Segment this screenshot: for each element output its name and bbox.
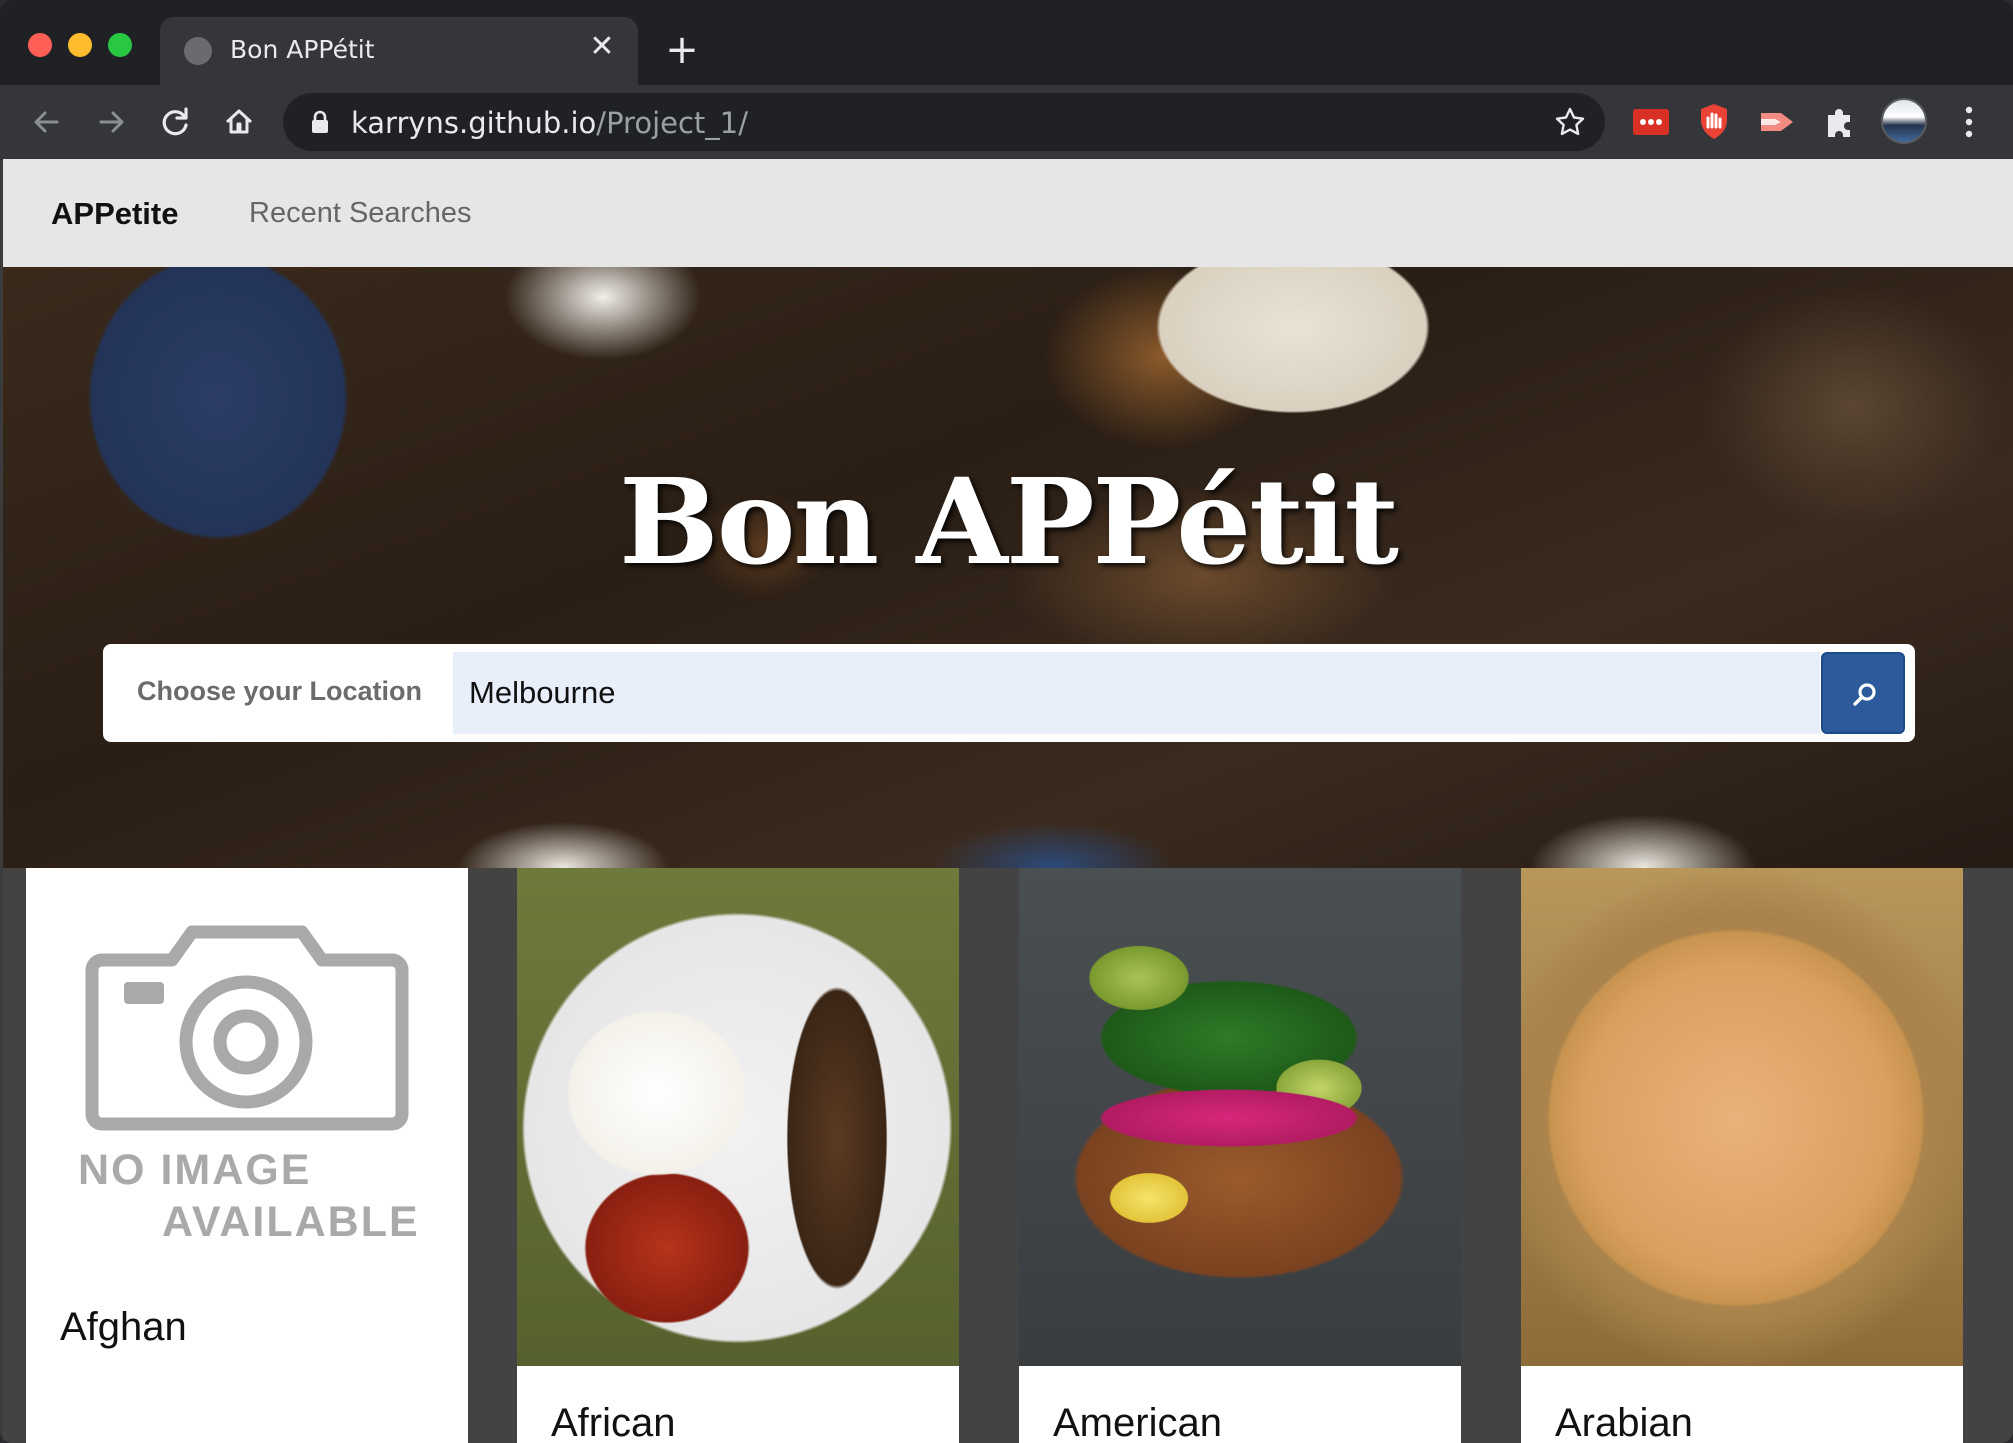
url-text: karryns.github.io/Project_1/ xyxy=(351,106,748,140)
cuisine-label: American xyxy=(1053,1401,1222,1443)
recent-searches-link[interactable]: Recent Searches xyxy=(249,197,471,230)
location-search-group: Choose your Location xyxy=(103,644,1915,742)
browser-toolbar: karryns.github.io/Project_1/ xyxy=(0,85,2013,160)
search-icon xyxy=(1853,683,1876,706)
cuisine-card-american[interactable]: American xyxy=(1019,868,1461,1443)
close-icon[interactable]: ✕ xyxy=(584,29,620,65)
cuisine-card-arabian[interactable]: Arabian xyxy=(1521,868,1963,1443)
location-label: Choose your Location xyxy=(137,676,423,706)
tab-title: Bon APPétit xyxy=(230,35,375,64)
hero-title: Bon APPétit xyxy=(618,452,1399,591)
lock-icon xyxy=(312,110,328,133)
address-bar[interactable]: karryns.github.io/Project_1/ xyxy=(283,93,1605,151)
cuisine-grid: NO IMAGE AVAILABLE Afghan African Americ… xyxy=(3,868,2013,1443)
camera-icon xyxy=(85,925,409,1131)
no-image-text-line2: AVAILABLE xyxy=(162,1198,420,1246)
close-window-button[interactable] xyxy=(28,33,52,57)
globe-icon xyxy=(184,37,212,65)
search-button[interactable] xyxy=(1821,652,1905,734)
cuisine-card-african[interactable]: African xyxy=(517,868,959,1443)
american-food-image xyxy=(1019,868,1461,1366)
url-path: /Project_1/ xyxy=(596,106,749,140)
site-navbar: APPetite Recent Searches xyxy=(3,159,2013,268)
no-image-placeholder: NO IMAGE AVAILABLE xyxy=(26,868,468,1366)
browser-tab[interactable]: Bon APPétit ✕ xyxy=(160,17,638,85)
adblock-hand-icon[interactable] xyxy=(1693,101,1735,143)
hero-banner: Bon APPétit Choose your Location xyxy=(3,267,2013,868)
cuisine-card-afghan[interactable]: NO IMAGE AVAILABLE Afghan xyxy=(26,868,468,1443)
arabian-food-image xyxy=(1521,868,1963,1366)
extension-dots-icon[interactable] xyxy=(1630,101,1672,143)
no-image-text-line1: NO IMAGE xyxy=(78,1146,312,1194)
back-arrow-icon[interactable] xyxy=(24,99,70,145)
zoom-window-button[interactable] xyxy=(108,33,132,57)
reload-icon[interactable] xyxy=(152,99,198,145)
tab-strip: Bon APPétit ✕ + xyxy=(0,0,2013,85)
browser-window: Bon APPétit ✕ + karryns.github.io/Projec… xyxy=(0,0,2013,1443)
kebab-menu-icon[interactable] xyxy=(1952,99,1986,145)
african-food-image xyxy=(517,868,959,1366)
profile-avatar[interactable] xyxy=(1881,98,1927,144)
cuisine-label: Afghan xyxy=(60,1305,187,1349)
cuisine-label: Arabian xyxy=(1555,1401,1693,1443)
cast-arrow-icon[interactable] xyxy=(1756,101,1798,143)
minimize-window-button[interactable] xyxy=(68,33,92,57)
location-input[interactable] xyxy=(453,652,1820,734)
bookmark-star-icon[interactable] xyxy=(1553,105,1587,139)
brand-logo[interactable]: APPetite xyxy=(51,196,178,232)
new-tab-button[interactable]: + xyxy=(662,30,702,70)
url-host: karryns.github.io xyxy=(351,106,597,140)
web-page: APPetite Recent Searches Bon APPétit Cho… xyxy=(3,159,2013,1443)
puzzle-piece-icon[interactable] xyxy=(1819,101,1861,143)
home-icon[interactable] xyxy=(216,99,262,145)
forward-arrow-icon[interactable] xyxy=(88,99,134,145)
cuisine-label: African xyxy=(551,1401,676,1443)
